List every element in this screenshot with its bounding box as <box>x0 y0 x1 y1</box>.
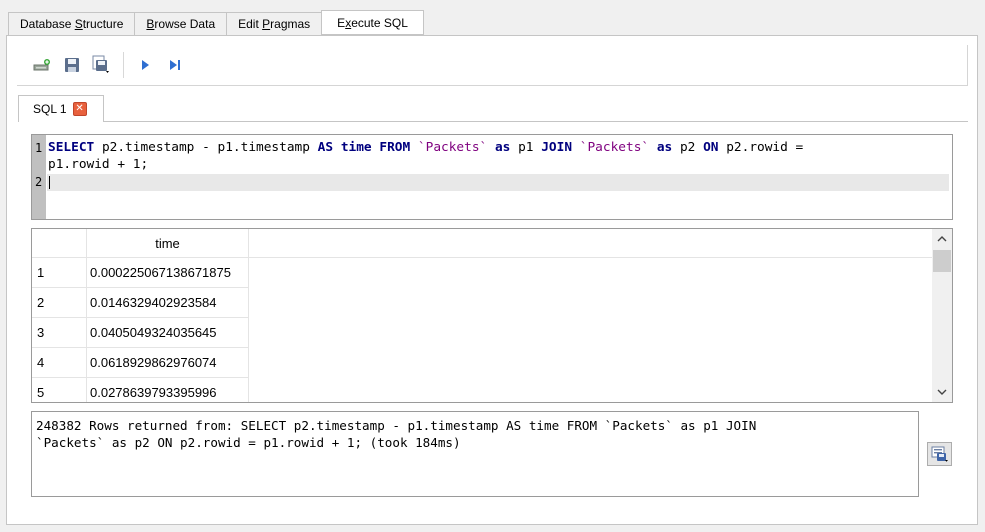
sql-identifier: `Packets` <box>579 140 650 155</box>
open-tab-icon <box>33 59 50 71</box>
tab-sql-1[interactable]: SQL 1 ✕ <box>18 95 104 122</box>
sql-editor[interactable]: 1 2 SELECT p2.timestamp - p1.timestamp A… <box>31 134 953 220</box>
line-number: 1 <box>35 141 43 155</box>
save-button[interactable] <box>57 51 87 79</box>
sql-toolbar <box>17 45 968 86</box>
scrollbar-thumb[interactable] <box>933 250 951 272</box>
tab-edit-pragmas[interactable]: Edit Pragmas <box>226 12 322 35</box>
scroll-up-icon[interactable] <box>932 229 952 249</box>
code-line-1: SELECT p2.timestamp - p1.timestamp AS ti… <box>48 140 803 155</box>
save-results-button[interactable] <box>927 442 952 466</box>
sql-keyword: ON <box>703 140 719 155</box>
current-line-highlight <box>47 174 949 191</box>
table-row[interactable]: 4 0.0618929862976074 <box>32 348 932 378</box>
execute-all-button[interactable] <box>130 51 160 79</box>
row-number[interactable]: 5 <box>32 378 87 402</box>
table-cell[interactable]: 0.0618929862976074 <box>87 348 249 378</box>
table-row[interactable]: 5 0.0278639793395996 <box>32 378 932 402</box>
sql-keyword: JOIN <box>541 140 573 155</box>
query-result-message: 248382 Rows returned from: SELECT p2.tim… <box>31 411 919 497</box>
main-tab-bar: Database Structure Browse Data Edit Prag… <box>8 10 424 35</box>
results-grid[interactable]: time 1 0.000225067138671875 2 0.01463294… <box>31 228 953 403</box>
sql-identifier: `Packets` <box>417 140 488 155</box>
row-number[interactable]: 4 <box>32 348 87 378</box>
sql-keyword: as <box>494 140 511 155</box>
sql-keyword: FROM <box>379 140 411 155</box>
tab-execute-sql[interactable]: Execute SQL <box>321 10 424 35</box>
table-row[interactable]: 3 0.0405049324035645 <box>32 318 932 348</box>
column-header-time[interactable]: time <box>87 229 249 258</box>
tab-database-structure[interactable]: Database Structure <box>8 12 135 35</box>
execute-line-icon <box>170 60 180 70</box>
grid-corner <box>32 229 87 258</box>
table-cell[interactable]: 0.0405049324035645 <box>87 318 249 348</box>
line-number-gutter: 1 2 <box>32 135 46 219</box>
text-caret <box>49 176 50 189</box>
scroll-down-icon[interactable] <box>932 382 952 402</box>
table-cell[interactable]: 0.000225067138671875 <box>87 258 249 288</box>
execute-current-line-button[interactable] <box>160 51 190 79</box>
code-line-1-wrap: p1.rowid + 1; <box>48 157 149 172</box>
save-as-icon <box>92 55 109 73</box>
sql-keyword: SELECT <box>48 140 95 155</box>
toolbar-separator <box>123 52 124 78</box>
sql-keyword: as <box>656 140 673 155</box>
row-number[interactable]: 1 <box>32 258 87 288</box>
grid-header: time <box>32 229 932 258</box>
tab-browse-data[interactable]: Browse Data <box>134 12 227 35</box>
sql-text: p2.rowid = <box>718 140 804 155</box>
save-as-button[interactable] <box>87 51 117 79</box>
save-icon <box>65 58 79 72</box>
sql-keyword: AS <box>317 140 334 155</box>
row-number[interactable]: 3 <box>32 318 87 348</box>
sql-text: p2.timestamp - p1.timestamp <box>94 140 318 155</box>
row-number[interactable]: 2 <box>32 288 87 318</box>
table-row[interactable]: 2 0.0146329402923584 <box>32 288 932 318</box>
table-cell[interactable]: 0.0146329402923584 <box>87 288 249 318</box>
close-tab-icon[interactable]: ✕ <box>72 102 87 116</box>
sql-keyword: time <box>340 140 372 155</box>
execute-icon <box>142 60 149 70</box>
sql-text: p2 <box>672 140 704 155</box>
table-row[interactable]: 1 0.000225067138671875 <box>32 258 932 288</box>
sql-tab-label: SQL 1 <box>33 102 67 116</box>
vertical-scrollbar[interactable] <box>932 229 952 402</box>
line-number: 2 <box>35 175 43 189</box>
table-cell[interactable]: 0.0278639793395996 <box>87 378 249 402</box>
open-tab-button[interactable] <box>27 51 57 79</box>
save-results-icon <box>931 446 948 462</box>
sql-text: p1 <box>510 140 542 155</box>
